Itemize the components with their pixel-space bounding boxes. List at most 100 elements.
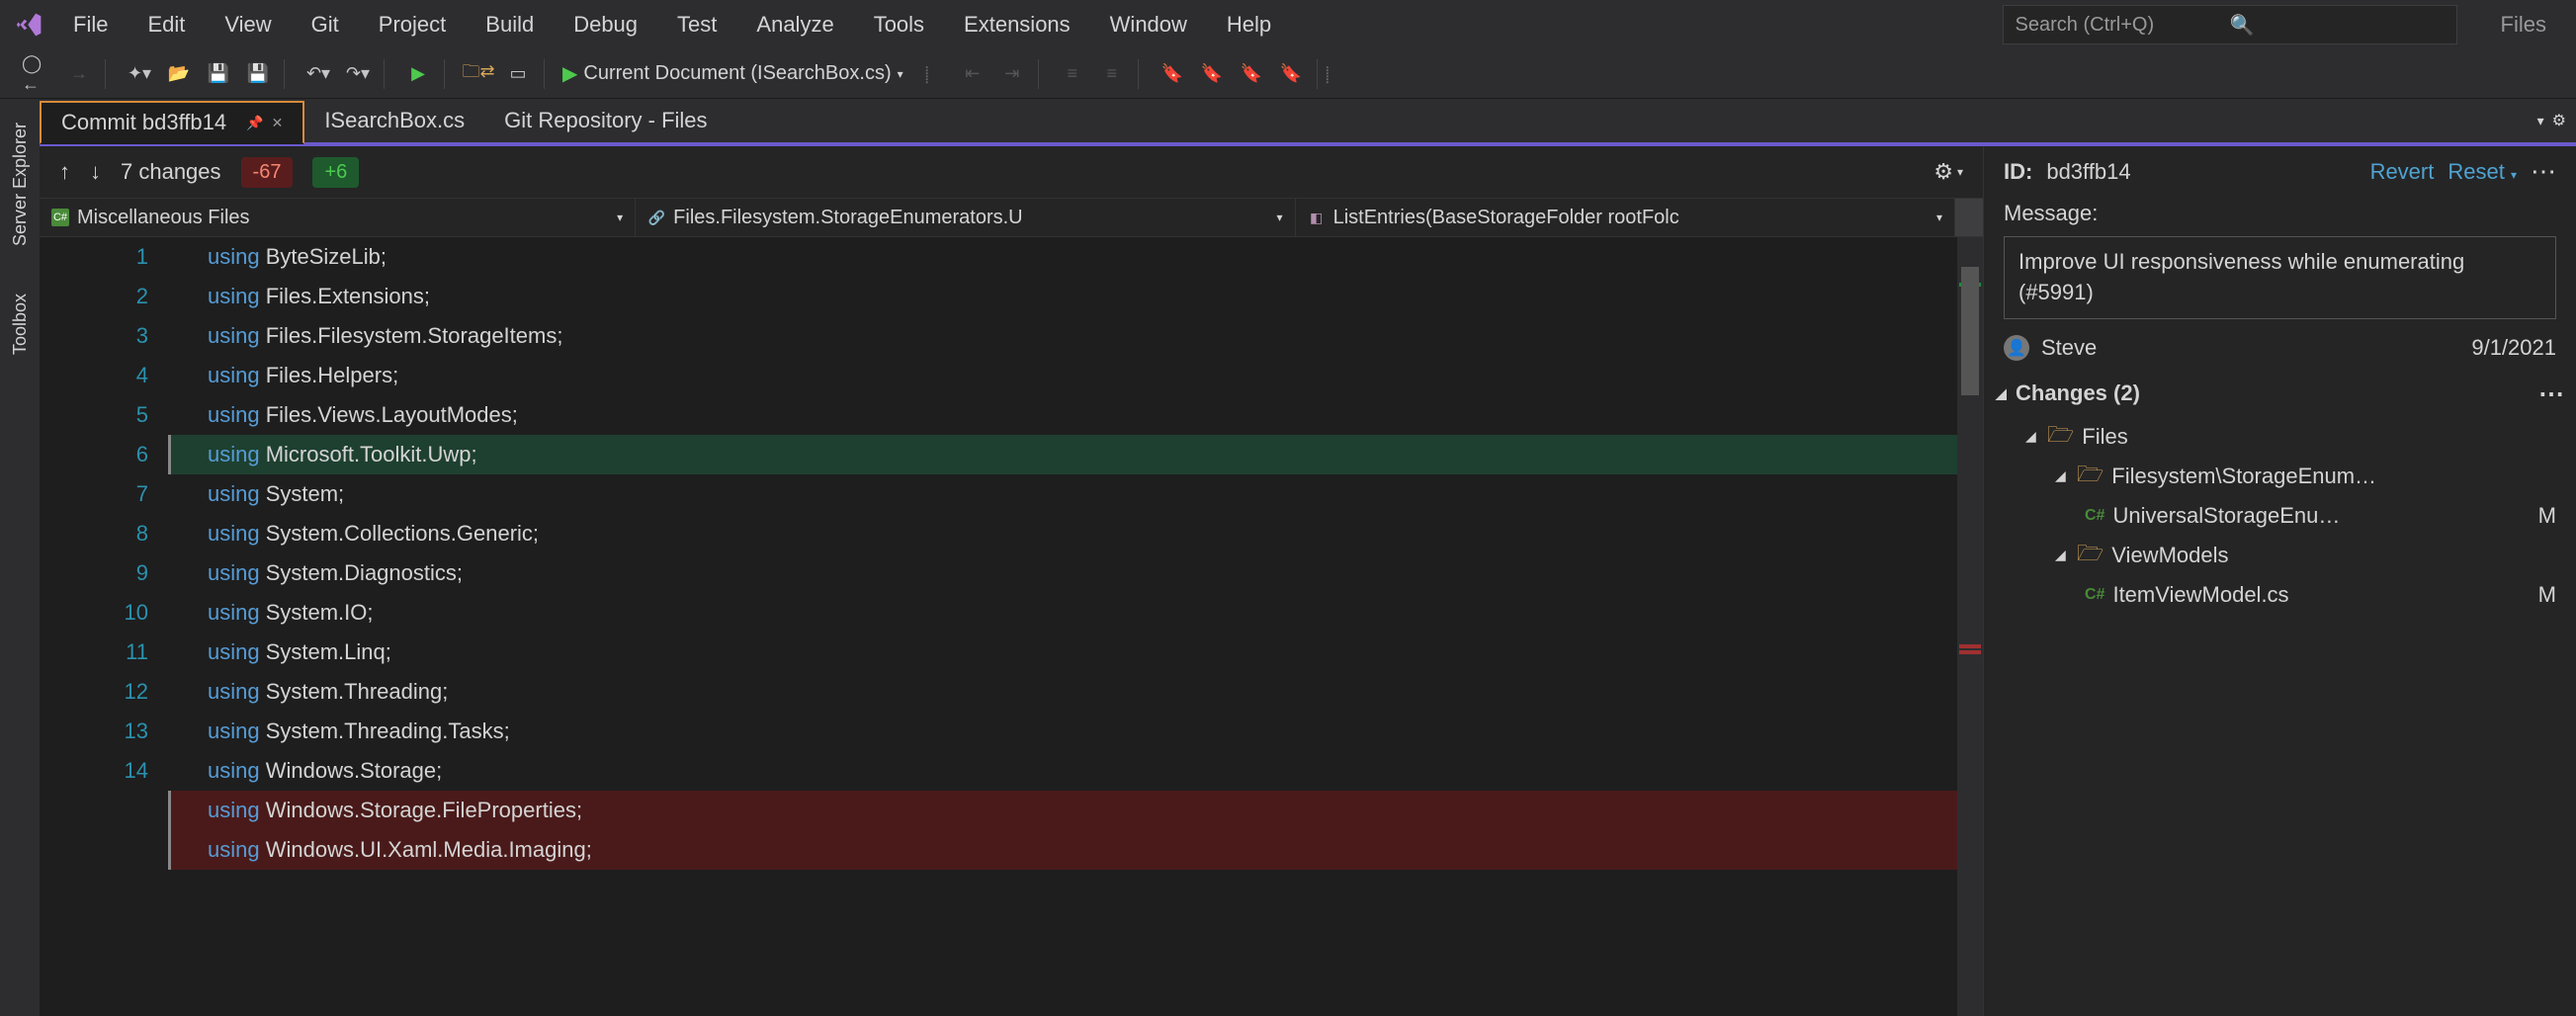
tree-label: UniversalStorageEnu… [2112,503,2340,529]
chevron-down-icon: ▾ [898,67,903,81]
reset-dropdown[interactable]: Reset ▾ [2447,159,2517,185]
bookmark-next-button[interactable]: 🔖 [1234,56,1269,92]
bc-project-label: Miscellaneous Files [77,207,250,229]
csharp-icon: C# [2085,586,2104,604]
tree-label: ViewModels [2111,543,2228,568]
tab-git-repository[interactable]: Git Repository - Files [484,99,727,142]
breadcrumb-bar: C# Miscellaneous Files ▾ 🔗 Files.Filesys… [40,198,1983,237]
redo-button[interactable]: ↷▾ [340,56,376,92]
next-change-button[interactable]: ↓ [90,159,101,185]
open-button[interactable]: 📂 [161,56,197,92]
current-doc-label: Current Document (ISearchBox.cs) [583,62,891,85]
folder-button[interactable]: 🗀⇄ [461,56,496,92]
sidebar-server-explorer[interactable]: Server Explorer [6,119,35,250]
namespace-icon: 🔗 [647,209,665,226]
tab-isearchbox[interactable]: ISearchBox.cs [304,99,484,142]
menu-window[interactable]: Window [1090,4,1207,45]
window-button[interactable]: ▭ [500,56,536,92]
menu-extensions[interactable]: Extensions [944,4,1090,45]
changes-more-button[interactable]: ⋯ [2538,379,2564,409]
standard-toolbar: ◯ ← → ✦▾ 📂 💾 💾 ↶▾ ↷▾ ▶ 🗀⇄ ▭ ▶ Current Do… [0,49,2576,99]
tree-folder-filesystem[interactable]: ◢ 🗁 Filesystem\StorageEnum… [1996,457,2564,496]
new-item-button[interactable]: ✦▾ [122,56,157,92]
commit-message: Improve UI responsiveness while enumerat… [2004,236,2556,319]
author-name: Steve [2041,335,2097,361]
current-document-dropdown[interactable]: ▶ Current Document (ISearchBox.cs) ▾ [553,57,913,90]
message-label: Message: [1984,197,2576,230]
nav-forward-button[interactable]: → [61,56,97,92]
tree-label: Filesystem\StorageEnum… [2111,464,2376,489]
menu-tools[interactable]: Tools [854,4,944,45]
more-actions-button[interactable]: ⋯ [2531,156,2556,187]
nav-back-button[interactable]: ◯ ← [22,56,57,92]
start-debug-button[interactable]: ▶ [400,56,436,92]
diff-settings-button[interactable]: ⚙ ▾ [1933,159,1963,185]
solution-name: Files [2481,12,2566,38]
bc-namespace-label: Files.Filesystem.StorageEnumerators.U [673,207,1022,229]
file-status: M [2538,503,2564,529]
search-input[interactable]: Search (Ctrl+Q) 🔍 [2003,5,2457,44]
scroll-mark-del [1959,644,1981,648]
overflow-icon[interactable]: ⸽ [925,63,929,85]
undo-button[interactable]: ↶▾ [301,56,336,92]
menu-project[interactable]: Project [359,4,466,45]
commit-id-label: ID: [2004,159,2032,185]
menu-git[interactable]: Git [292,4,359,45]
revert-link[interactable]: Revert [2370,159,2435,185]
document-tabs: Commit bd3ffb14 📌 ✕ ISearchBox.cs Git Re… [40,99,2576,146]
vertical-scrollbar[interactable] [1957,237,1983,1016]
breadcrumb-project[interactable]: C# Miscellaneous Files ▾ [40,199,636,236]
line-gutter: 1234567891011121314 [40,237,168,1016]
tabs-gear-icon[interactable]: ⚙ [2552,111,2566,130]
breadcrumb-scroll[interactable] [1955,199,1983,236]
caret-icon[interactable]: ◢ [1996,385,2010,402]
menu-help[interactable]: Help [1207,4,1291,45]
chevron-down-icon: ▾ [617,211,623,224]
menu-edit[interactable]: Edit [128,4,205,45]
tree-file-universalstorage[interactable]: C# UniversalStorageEnu… M [1996,496,2564,536]
caret-icon: ◢ [2055,547,2069,563]
prev-change-button[interactable]: ↑ [59,159,70,185]
pin-icon[interactable]: 📌 [246,115,263,131]
menu-view[interactable]: View [205,4,291,45]
breadcrumb-method[interactable]: ◧ ListEntries(BaseStorageFolder rootFolc… [1296,199,1955,236]
tabs-dropdown-icon[interactable]: ▾ [2537,113,2544,129]
avatar: 👤 [2004,335,2029,361]
code-viewer[interactable]: 1234567891011121314 using ByteSizeLib;us… [40,237,1983,1016]
menu-debug[interactable]: Debug [554,4,657,45]
uncomment-button[interactable]: ≡ [1094,56,1130,92]
chevron-down-icon: ▾ [1277,211,1283,224]
caret-icon: ◢ [2025,428,2039,445]
bookmark-prev-button[interactable]: 🔖 [1194,56,1230,92]
tab-label: Git Repository - Files [504,108,707,133]
tree-folder-viewmodels[interactable]: ◢ 🗁 ViewModels [1996,536,2564,575]
breadcrumb-namespace[interactable]: 🔗 Files.Filesystem.StorageEnumerators.U … [636,199,1295,236]
bookmark-button[interactable]: 🔖 [1155,56,1190,92]
indent-button[interactable]: ⇥ [994,56,1030,92]
main-menu: File Edit View Git Project Build Debug T… [53,4,1291,45]
menu-analyze[interactable]: Analyze [736,4,853,45]
changes-count: 7 changes [121,159,221,185]
scroll-thumb[interactable] [1961,267,1979,395]
commit-id-value: bd3ffb14 [2046,159,2130,185]
menu-test[interactable]: Test [657,4,736,45]
toolbar-overflow-icon[interactable]: ⸽ [1326,63,1330,85]
changes-tree: ◢ 🗁 Files ◢ 🗁 Filesystem\StorageEnum… C#… [1984,417,2576,615]
tab-commit[interactable]: Commit bd3ffb14 📌 ✕ [40,101,304,144]
save-button[interactable]: 💾 [201,56,236,92]
caret-icon: ◢ [2055,467,2069,484]
code-content: using ByteSizeLib;using Files.Extensions… [168,237,1957,1016]
outdent-button[interactable]: ⇤ [955,56,990,92]
save-all-button[interactable]: 💾 [240,56,276,92]
tree-file-itemviewmodel[interactable]: C# ItemViewModel.cs M [1996,575,2564,615]
menu-file[interactable]: File [53,4,128,45]
csharp-icon: C# [2085,507,2104,525]
close-icon[interactable]: ✕ [272,115,284,131]
sidebar-toolbox[interactable]: Toolbox [6,290,35,359]
bookmark-clear-button[interactable]: 🔖 [1273,56,1309,92]
menu-build[interactable]: Build [466,4,554,45]
comment-button[interactable]: ≡ [1055,56,1090,92]
deletions-badge: -67 [241,157,294,188]
left-sidebar: Server Explorer Toolbox [0,99,40,1016]
tree-folder-files[interactable]: ◢ 🗁 Files [1996,417,2564,457]
